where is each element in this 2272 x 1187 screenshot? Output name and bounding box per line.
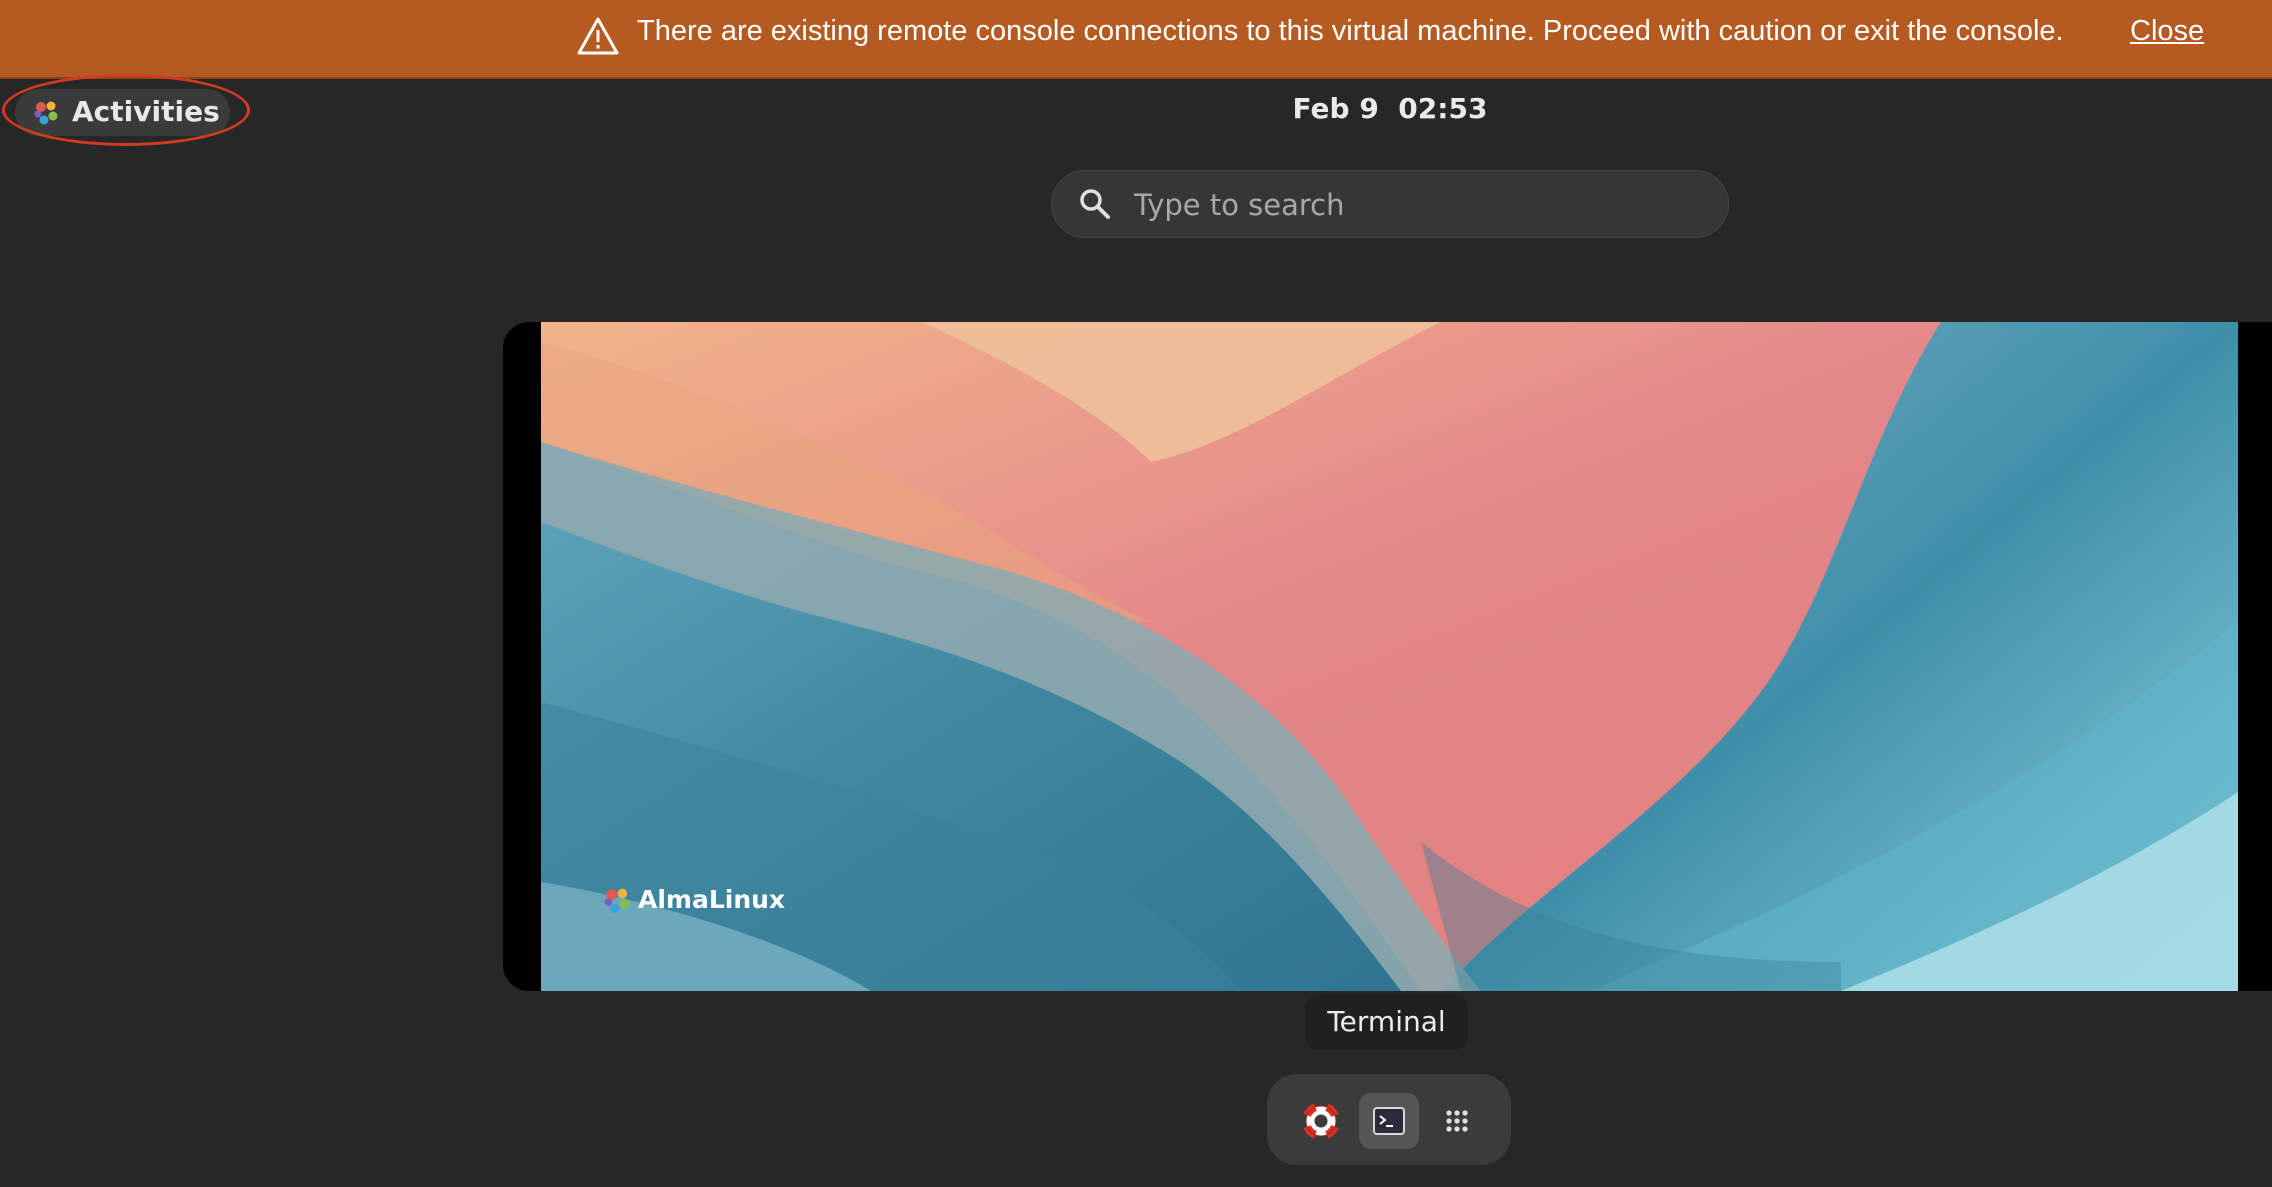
activities-button[interactable]: Activities bbox=[15, 89, 230, 136]
search-icon bbox=[1078, 187, 1112, 221]
almalinux-logo-icon bbox=[32, 99, 60, 127]
wallpaper-brand-text: AlmaLinux bbox=[638, 885, 786, 914]
warning-icon bbox=[577, 16, 619, 56]
search-input[interactable] bbox=[1132, 179, 1696, 231]
clock-display[interactable]: Feb 9 02:53 bbox=[1200, 92, 1580, 125]
show-applications-button[interactable] bbox=[1427, 1093, 1487, 1149]
terminal-app-button[interactable] bbox=[1359, 1093, 1419, 1149]
banner-message: There are existing remote console connec… bbox=[637, 15, 2064, 47]
activities-label: Activities bbox=[72, 95, 220, 128]
help-app-button[interactable] bbox=[1291, 1093, 1351, 1149]
desktop-wallpaper bbox=[541, 322, 2238, 991]
almalinux-logo-icon bbox=[602, 886, 632, 916]
search-bar[interactable] bbox=[1051, 170, 1729, 238]
banner-close-link[interactable]: Close bbox=[2130, 15, 2204, 48]
desktop-screen: There are existing remote console connec… bbox=[0, 0, 2272, 1187]
remote-console-warning-banner: There are existing remote console connec… bbox=[0, 0, 2272, 79]
terminal-tooltip: Terminal bbox=[1305, 994, 1468, 1050]
dash-dock bbox=[1267, 1074, 1511, 1165]
